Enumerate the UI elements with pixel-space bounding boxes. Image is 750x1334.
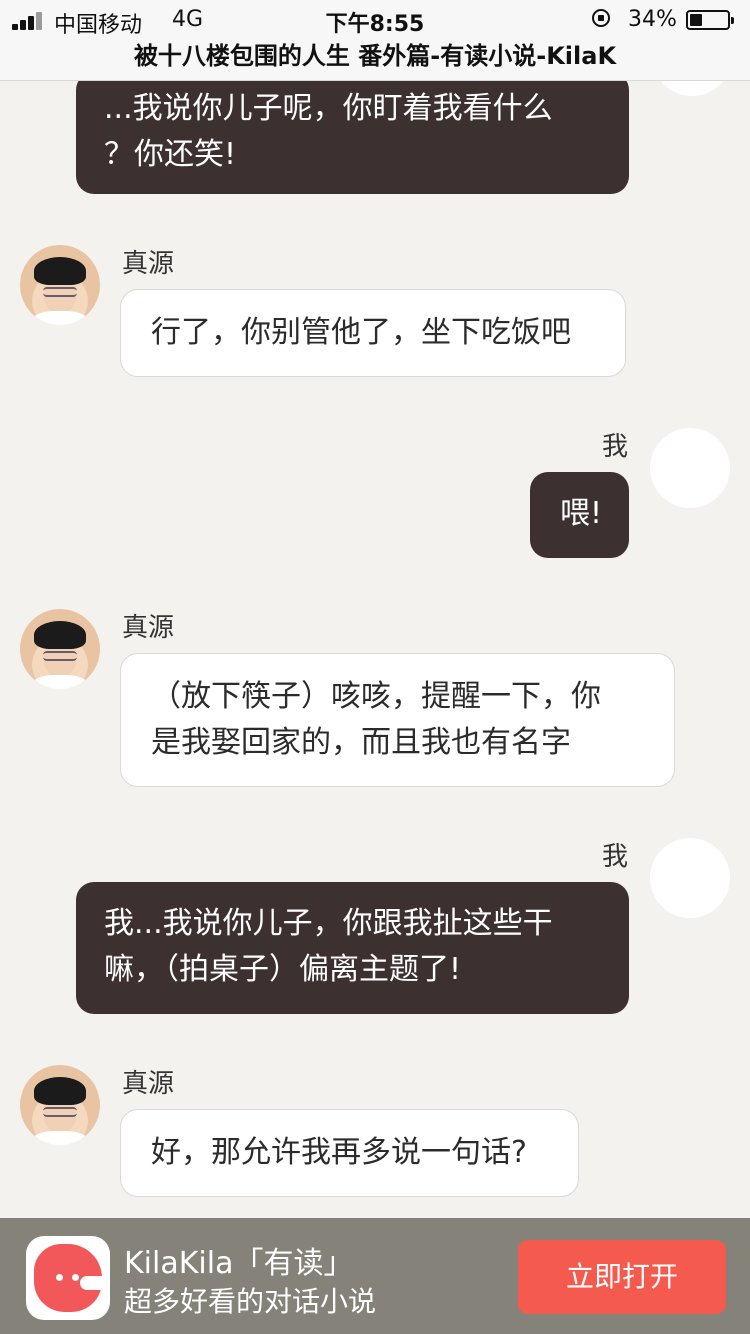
battery-icon xyxy=(686,10,734,30)
message-bubble: 喂! xyxy=(530,472,629,558)
message-line: 嘛，（拍桌子）偏离主题了! xyxy=(104,952,462,987)
avatar-glasses xyxy=(43,1107,77,1117)
message-line: ...我说你儿子呢，你盯着我看什么 xyxy=(104,91,553,126)
user-avatar[interactable] xyxy=(650,428,730,508)
zhenyuan-avatar[interactable] xyxy=(20,609,100,689)
avatar-glasses xyxy=(43,287,77,297)
zhenyuan-avatar[interactable] xyxy=(20,245,100,325)
message-line: 是我娶回家的，而且我也有名字 xyxy=(151,725,571,760)
avatar-hair xyxy=(34,1077,86,1105)
speaker-name: 我 xyxy=(602,842,629,872)
message-line: 喂! xyxy=(560,496,603,531)
message-bubble: 好，那允许我再多说一句话? xyxy=(120,1109,579,1197)
banner-title: KilaKila「有读」 xyxy=(124,1246,354,1281)
page-title: 被十八楼包围的人生 番外篇-有读小说-KilaK xyxy=(133,42,617,70)
speaker-name: 我 xyxy=(602,432,629,462)
zhenyuan-avatar[interactable] xyxy=(20,1065,100,1145)
chat-area[interactable]: ...我说你儿子呢，你盯着我看什么 ？你还笑! 真源 行了，你别管他了，坐下吃饭… xyxy=(0,0,750,1334)
app-logo-mouth xyxy=(80,1276,102,1290)
message-line: 行了，你别管他了，坐下吃饭吧 xyxy=(151,315,571,350)
app-promo-banner[interactable]: KilaKila「有读」 超多好看的对话小说 立即打开 xyxy=(0,1218,750,1334)
message-line: ？你还笑! xyxy=(104,137,237,172)
message-bubble: 行了，你别管他了，坐下吃饭吧 xyxy=(120,289,626,377)
status-bar: 中国移动 4G 下午8:55 34% xyxy=(0,0,750,40)
app-logo-eye xyxy=(56,1274,63,1281)
message-bubble: ...我说你儿子呢，你盯着我看什么 ？你还笑! xyxy=(76,72,629,194)
message-bubble: 我...我说你儿子，你跟我扯这些干 嘛，（拍桌子）偏离主题了! xyxy=(76,882,629,1014)
top-bar: 中国移动 4G 下午8:55 34% 被十八楼包围的人生 番外篇-有读小说-Ki… xyxy=(0,0,750,81)
user-avatar[interactable] xyxy=(650,838,730,918)
orientation-lock-icon xyxy=(592,9,610,27)
speaker-name: 真源 xyxy=(122,1069,175,1099)
speaker-name: 真源 xyxy=(122,613,175,643)
kilakila-app-icon[interactable] xyxy=(26,1236,110,1320)
battery-percent: 34% xyxy=(628,7,677,32)
speaker-name: 真源 xyxy=(122,249,175,279)
avatar-glasses xyxy=(43,651,77,661)
message-line: （放下筷子）咳咳，提醒一下，你 xyxy=(151,679,601,714)
avatar-shirt xyxy=(30,1131,90,1145)
open-app-button[interactable]: 立即打开 xyxy=(518,1240,726,1314)
battery-level-fill xyxy=(690,14,702,26)
banner-subtitle: 超多好看的对话小说 xyxy=(124,1285,377,1318)
avatar-hair xyxy=(34,621,86,649)
avatar-hair xyxy=(34,257,86,285)
message-bubble: （放下筷子）咳咳，提醒一下，你 是我娶回家的，而且我也有名字 xyxy=(120,653,675,787)
app-logo-eye xyxy=(72,1274,79,1281)
avatar-shirt xyxy=(30,311,90,325)
avatar-shirt xyxy=(30,675,90,689)
message-line: 我...我说你儿子，你跟我扯这些干 xyxy=(104,906,553,941)
message-line: 好，那允许我再多说一句话? xyxy=(151,1135,527,1170)
